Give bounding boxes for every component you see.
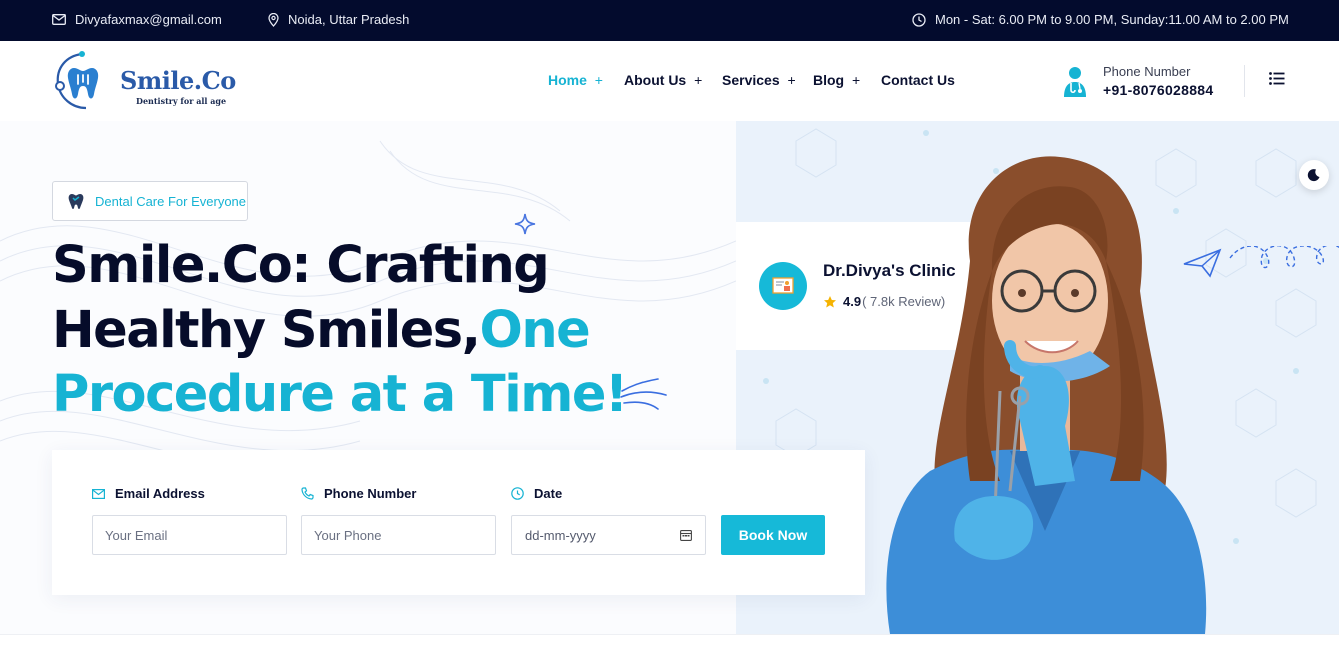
- nav-contact-label: Contact Us: [881, 72, 955, 88]
- nav-blog-plus: +: [852, 72, 861, 88]
- topbar-email[interactable]: Divyafaxmax@gmail.com: [52, 12, 222, 27]
- dentist-image: [886, 156, 1207, 634]
- hero-title-line3-accent: Procedure at a Time!: [52, 365, 628, 424]
- booking-form: Email Address Phone Number Date dd-mm-yy…: [52, 450, 865, 595]
- paper-plane-icon: [1183, 246, 1339, 278]
- header-divider: [1244, 65, 1245, 97]
- location-pin-icon: [268, 12, 279, 27]
- mail-icon: [52, 14, 66, 25]
- logo-name: Smile.Co: [120, 66, 236, 95]
- hero-title-line2: Healthy Smiles,One: [52, 305, 591, 356]
- tooth-icon: [55, 51, 99, 110]
- hero-section: Dental Care For Everyone Smile.Co: Craft…: [0, 121, 1339, 634]
- hero-title-line3: Procedure at a Time!: [52, 369, 628, 420]
- nav-about[interactable]: About Us +: [624, 72, 702, 88]
- rating-value: 4.9: [843, 294, 862, 309]
- date-label-group: Date: [511, 486, 562, 501]
- date-placeholder: dd-mm-yyyy: [525, 528, 596, 543]
- main-header: Smile.Co Dentistry for all age Home + Ab…: [0, 41, 1339, 121]
- hero-title-line1: Smile.Co: Crafting: [52, 236, 550, 295]
- nav-about-plus: +: [694, 72, 703, 88]
- nav-home-label: Home: [548, 72, 587, 88]
- nav-blog-label: Blog: [813, 72, 845, 88]
- calendar-icon[interactable]: [680, 529, 692, 541]
- swoosh-decoration: [620, 378, 667, 410]
- nav-about-label: About Us: [624, 72, 687, 88]
- topbar-location: Noida, Uttar Pradesh: [268, 12, 409, 27]
- logo[interactable]: Smile.Co Dentistry for all age: [52, 48, 242, 114]
- clinic-icon-badge: [759, 262, 807, 310]
- mail-icon: [92, 488, 105, 499]
- phone-label-group: Phone Number: [301, 486, 416, 501]
- clock-icon: [912, 12, 926, 27]
- phone-label-form: Phone Number: [324, 486, 417, 501]
- page-bottom: [0, 634, 1339, 654]
- nav-blog[interactable]: Blog +: [813, 72, 860, 88]
- phone-number[interactable]: +91-8076028884: [1103, 82, 1213, 98]
- book-now-button[interactable]: Book Now: [721, 515, 825, 555]
- topbar-location-text: Noida, Uttar Pradesh: [288, 12, 410, 27]
- hero-title-line2-accent: One: [479, 301, 591, 360]
- doctor-icon: [1064, 67, 1086, 97]
- clock-icon: [511, 487, 524, 500]
- email-label-group: Email Address: [92, 486, 205, 501]
- star-icon: [824, 295, 836, 307]
- topbar-hours: Mon - Sat: 6.00 PM to 9.00 PM, Sunday:11…: [912, 12, 1289, 27]
- dark-mode-toggle[interactable]: [1299, 160, 1329, 190]
- nav-home-plus: +: [594, 72, 603, 88]
- topbar-email-text: Divyafaxmax@gmail.com: [75, 12, 222, 27]
- menu-icon[interactable]: [1269, 72, 1285, 85]
- logo-tagline: Dentistry for all age: [136, 96, 227, 106]
- sparkle-icon: [514, 213, 536, 235]
- phone-icon: [301, 487, 314, 500]
- date-label: Date: [534, 486, 563, 501]
- nav-home[interactable]: Home +: [548, 72, 603, 88]
- email-label: Email Address: [115, 486, 205, 501]
- topbar-hours-text: Mon - Sat: 6.00 PM to 9.00 PM, Sunday:11…: [935, 12, 1289, 27]
- tooth-icon: [68, 194, 84, 210]
- hero-badge-text: Dental Care For Everyone: [95, 193, 247, 209]
- hero-badge: Dental Care For Everyone: [52, 181, 248, 221]
- nav-contact[interactable]: Contact Us: [881, 72, 955, 88]
- nav-services[interactable]: Services +: [722, 72, 796, 88]
- phone-label: Phone Number: [1103, 64, 1191, 79]
- nav-services-plus: +: [787, 72, 796, 88]
- top-bar: Divyafaxmax@gmail.com Noida, Uttar Prade…: [0, 0, 1339, 41]
- date-input[interactable]: dd-mm-yyyy: [511, 515, 706, 555]
- moon-icon: [1307, 169, 1320, 182]
- hero-title-line2-text: Healthy Smiles,: [52, 301, 481, 360]
- phone-input[interactable]: [301, 515, 496, 555]
- certificate-icon: [772, 277, 794, 294]
- nav-services-label: Services: [722, 72, 780, 88]
- email-input[interactable]: [92, 515, 287, 555]
